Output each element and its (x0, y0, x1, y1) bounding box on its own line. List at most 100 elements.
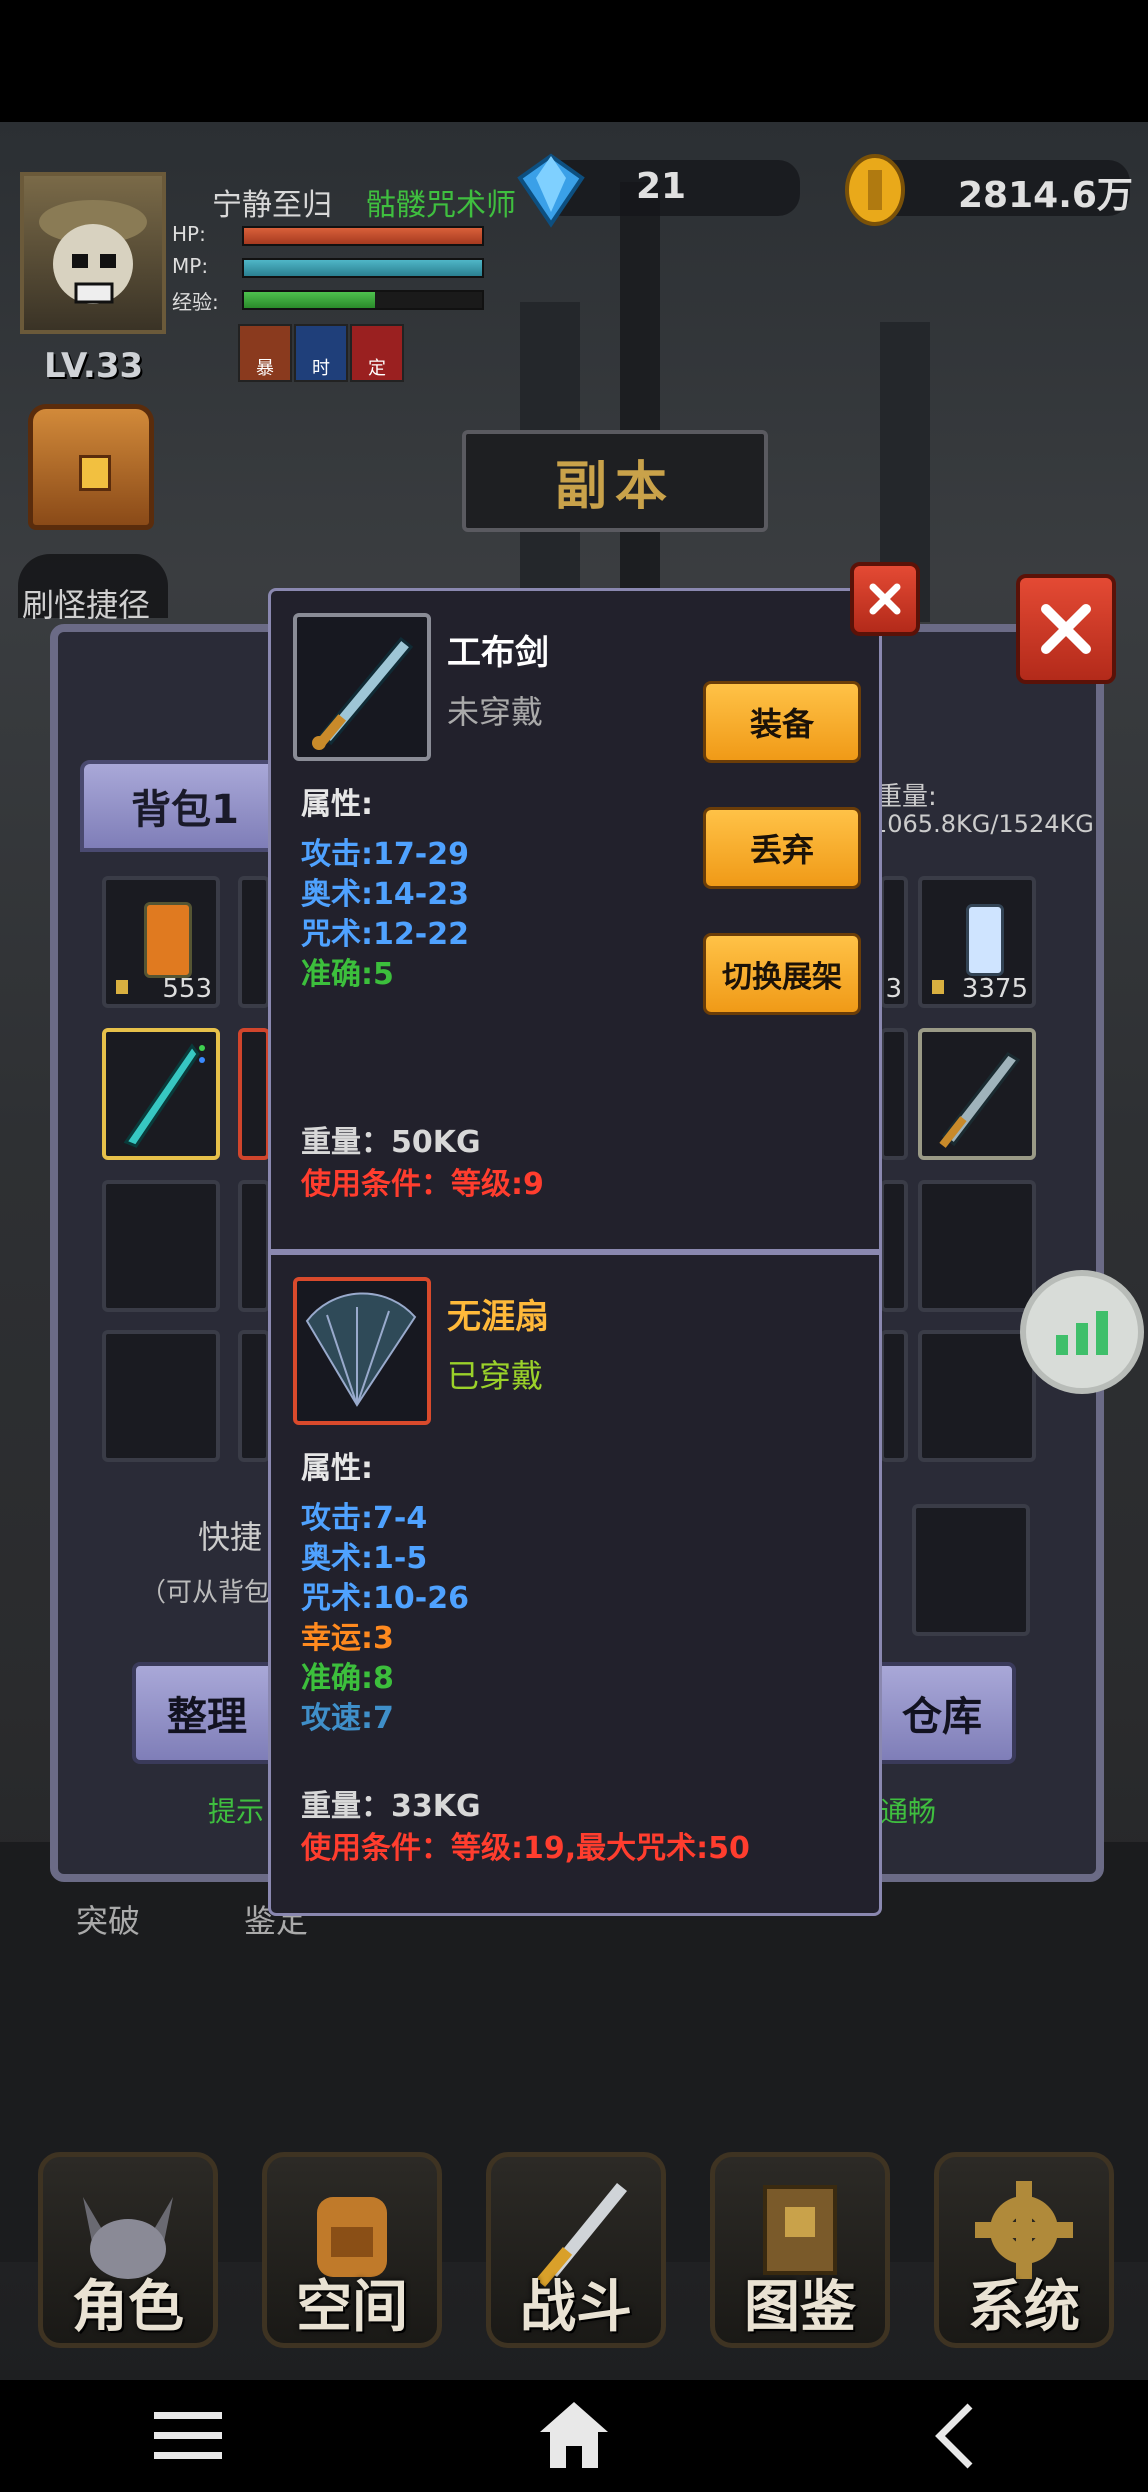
bag-slot[interactable] (918, 1180, 1036, 1312)
equipped-item-status: 已穿戴 (447, 1357, 544, 1395)
buff-icon[interactable]: 暴 (238, 324, 292, 382)
equipped-item-weight: 重量：33KG (301, 1789, 481, 1824)
item-requirement: 使用条件：等级:9 (301, 1167, 544, 1202)
quick-slot[interactable] (912, 1504, 1030, 1636)
tip-right: 通畅 (880, 1795, 937, 1828)
gold-count: 2814.6万 (958, 175, 1133, 216)
close-bag-button[interactable] (1016, 574, 1116, 684)
fan-icon (305, 1292, 417, 1407)
vial-icon (966, 904, 1004, 976)
skull-icon (39, 200, 147, 304)
nav-label: 图鉴 (744, 2275, 856, 2340)
exp-label: 经验: (172, 290, 219, 314)
equip-button[interactable]: 装备 (703, 681, 861, 763)
bag-slot[interactable] (238, 1180, 270, 1312)
attr-label: 属性: (301, 787, 373, 822)
bag-slot[interactable]: 3375 (918, 876, 1036, 1008)
bar-chart-icon (1056, 1311, 1108, 1355)
slot-count: 3 (885, 974, 902, 1004)
equipped-item-name: 无涯扇 (447, 1297, 549, 1337)
bag-tab-1[interactable]: 背包1 (80, 760, 290, 852)
treasure-chest-icon[interactable] (28, 404, 154, 530)
bag-weight-value: 1065.8KG/1524KG (872, 810, 1094, 838)
back-icon[interactable] (930, 2402, 980, 2470)
bag-slot[interactable]: 3 (880, 876, 908, 1008)
mp-label: MP: (172, 254, 209, 278)
floating-stats-button[interactable] (1020, 1270, 1144, 1394)
warehouse-button[interactable]: 仓库 (868, 1662, 1016, 1764)
discard-button-label: 丢弃 (749, 831, 814, 869)
warehouse-button-label: 仓库 (902, 1694, 982, 1740)
item-weight: 重量：50KG (301, 1125, 481, 1160)
bag-tab-label: 背包1 (131, 787, 239, 833)
below-tab-breakthrough[interactable]: 突破 (76, 1896, 140, 1942)
item-stat: 咒术:12-22 (301, 917, 469, 952)
sword-icon (939, 1052, 1021, 1148)
dungeon-banner: 副本 (462, 430, 768, 532)
shortcut-label: 刷怪捷径 (22, 586, 151, 624)
bag-slot[interactable] (102, 1180, 220, 1312)
diamond-icon (517, 153, 585, 228)
spiked-sword-icon (123, 1043, 205, 1148)
bag-slot[interactable] (880, 1028, 908, 1160)
buff-icon[interactable]: 定 (350, 324, 404, 382)
slot-count: 3375 (961, 974, 1028, 1004)
item-stat: 奥术:1-5 (301, 1541, 428, 1576)
nav-system[interactable]: 系统 (934, 2152, 1114, 2348)
nav-label: 系统 (968, 2275, 1080, 2340)
sort-button[interactable]: 整理 (132, 1662, 282, 1764)
hp-bar (242, 226, 484, 246)
bag-slot[interactable] (238, 1330, 270, 1462)
switch-display-button-label: 切换展架 (722, 960, 842, 995)
sort-button-label: 整理 (167, 1694, 247, 1740)
nav-battle[interactable]: 战斗 (486, 2152, 666, 2348)
switch-display-button[interactable]: 切换展架 (703, 933, 861, 1015)
bag-slot[interactable] (238, 876, 270, 1008)
bag-slot[interactable] (880, 1180, 908, 1312)
bag-slot[interactable] (238, 1028, 270, 1160)
lock-icon (116, 980, 128, 994)
item-stat: 准确:8 (301, 1661, 394, 1696)
item-stat: 攻击:17-29 (301, 837, 469, 872)
menu-icon[interactable] (150, 2406, 226, 2466)
slot-count: 553 (162, 974, 212, 1004)
item-name: 工布剑 (447, 633, 549, 673)
item-status: 未穿戴 (447, 693, 544, 731)
dungeon-title: 副本 (554, 456, 675, 517)
home-icon[interactable] (536, 2398, 612, 2472)
gem-count: 21 (636, 166, 687, 207)
potion-icon (144, 902, 192, 978)
exp-bar (242, 290, 484, 310)
bag-weight-label: 重量: (876, 782, 937, 812)
lock-icon (79, 455, 111, 491)
avatar[interactable] (20, 172, 166, 334)
equip-button-label: 装备 (749, 705, 814, 743)
nav-label: 角色 (72, 2275, 184, 2340)
bag-slot[interactable] (918, 1330, 1036, 1462)
item-icon-frame (293, 1277, 431, 1425)
item-stat: 奥术:14-23 (301, 877, 469, 912)
quick-label: 快捷 (198, 1518, 263, 1556)
gold-coin-icon (845, 154, 905, 226)
tip-left: 提示 (208, 1795, 265, 1828)
bag-slot-selected[interactable] (102, 1028, 220, 1160)
bag-slot[interactable] (918, 1028, 1036, 1160)
player-name: 宁静至归 (212, 188, 332, 223)
item-detail-popup: 工布剑 未穿戴 装备 丢弃 切换展架 属性: 攻击:17-29 奥术:14-23… (268, 588, 882, 1252)
discard-button[interactable]: 丢弃 (703, 807, 861, 889)
bag-slot[interactable] (880, 1330, 908, 1462)
nav-character[interactable]: 角色 (38, 2152, 218, 2348)
buff-icon[interactable]: 时 (294, 324, 348, 382)
close-icon (1041, 604, 1091, 654)
item-stat: 咒术:10-26 (301, 1581, 469, 1616)
nav-space[interactable]: 空间 (262, 2152, 442, 2348)
close-popup-button[interactable] (850, 562, 920, 636)
item-stat: 攻速:7 (301, 1701, 394, 1736)
bag-slot[interactable] (102, 1330, 220, 1462)
nav-codex[interactable]: 图鉴 (710, 2152, 890, 2348)
player-level: LV.33 (44, 346, 144, 386)
bag-slot[interactable]: 553 (102, 876, 220, 1008)
nav-label: 空间 (296, 2275, 408, 2340)
hp-bar-fill (244, 228, 482, 244)
attr-label: 属性: (301, 1451, 373, 1486)
